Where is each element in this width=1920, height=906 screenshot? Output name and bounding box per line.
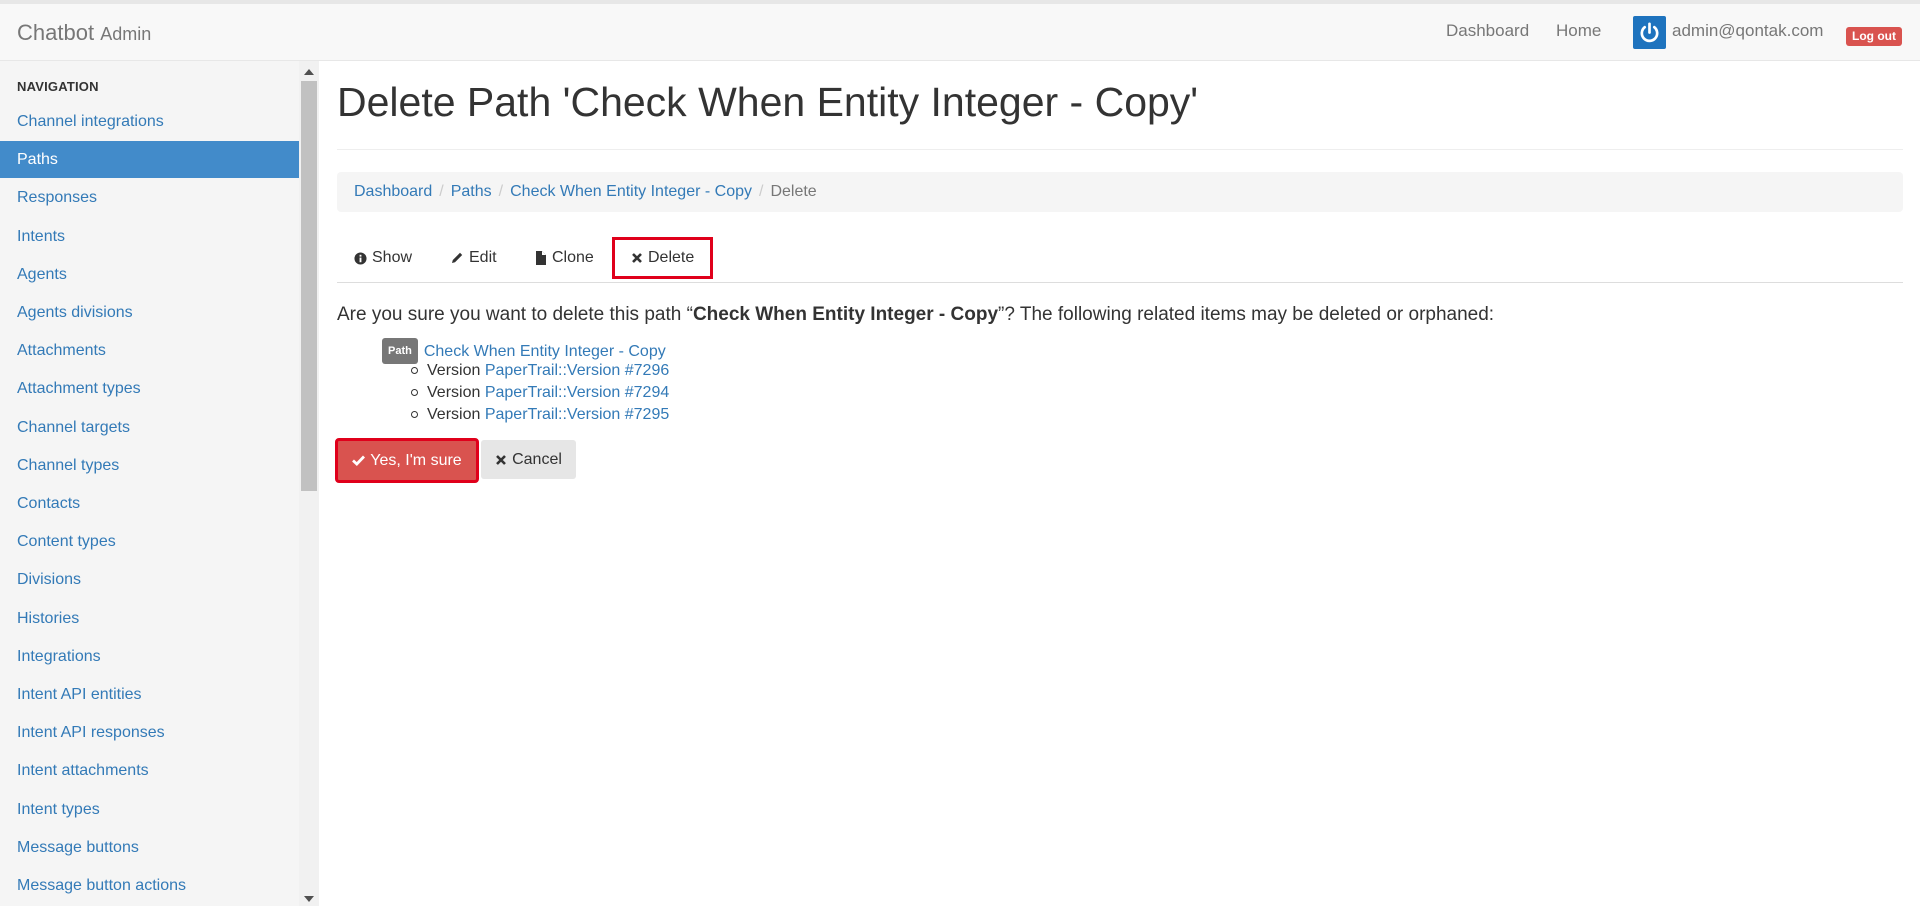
file-icon <box>535 251 547 265</box>
pencil-icon <box>450 251 464 265</box>
sidebar-item-responses[interactable]: Responses <box>0 179 299 216</box>
sidebar-item-attachment-types[interactable]: Attachment types <box>0 370 299 407</box>
tab-clone-label: Clone <box>552 249 594 266</box>
breadcrumb-separator: / <box>439 183 444 200</box>
tab-show[interactable]: Show <box>337 239 429 277</box>
confirm-path-name: Check When Entity Integer - Copy <box>692 304 999 325</box>
sidebar-item-intent-api-entities[interactable]: Intent API entities <box>0 676 299 713</box>
breadcrumb-current: Delete <box>770 183 817 200</box>
breadcrumb-dashboard[interactable]: Dashboard <box>354 183 432 201</box>
breadcrumb-paths[interactable]: Paths <box>451 183 492 201</box>
cancel-button[interactable]: Cancel <box>481 440 576 479</box>
related-path-link[interactable]: Check When Entity Integer - Copy <box>424 343 666 360</box>
sidebar-item-channel-targets[interactable]: Channel targets <box>0 409 299 446</box>
tab-show-label: Show <box>372 249 413 266</box>
nav-header: NAVIGATION <box>17 79 99 94</box>
breadcrumb-path-name[interactable]: Check When Entity Integer - Copy <box>510 183 752 201</box>
breadcrumb-separator: / <box>759 183 764 200</box>
version-label: Version <box>427 384 481 401</box>
sidebar-item-message-buttons[interactable]: Message buttons <box>0 829 299 866</box>
tab-delete-label: Delete <box>648 249 695 266</box>
sidebar-item-divisions[interactable]: Divisions <box>0 561 299 598</box>
brand-link[interactable]: Chatbot Admin <box>17 20 151 46</box>
sidebar-item-attachments[interactable]: Attachments <box>0 332 299 369</box>
related-items-list: Path Check When Entity Integer - Copy Ver… <box>382 338 669 426</box>
nav-link-dashboard[interactable]: Dashboard <box>1446 21 1529 41</box>
confirm-delete-button[interactable]: Yes, I'm sure <box>335 438 479 483</box>
confirm-message: Are you sure you want to delete this pat… <box>337 304 1494 326</box>
logout-button[interactable]: Log out <box>1846 27 1902 46</box>
action-tabs: Show Edit Clone Delete <box>337 233 1903 283</box>
brand-sub: Admin <box>100 24 152 44</box>
times-icon <box>495 454 507 466</box>
sidebar-item-channel-integrations[interactable]: Channel integrations <box>0 103 299 140</box>
tab-edit-label: Edit <box>469 249 497 266</box>
confirm-delete-label: Yes, I'm sure <box>370 451 462 469</box>
sidebar-item-histories[interactable]: Histories <box>0 600 299 637</box>
sidebar-item-agents-divisions[interactable]: Agents divisions <box>0 294 299 331</box>
sidebar-item-integrations[interactable]: Integrations <box>0 638 299 675</box>
list-item: Version PaperTrail::Version #7296 <box>411 360 669 382</box>
times-icon <box>631 252 643 264</box>
confirm-prefix: Are you sure you want to delete this pat… <box>337 304 693 325</box>
version-label: Version <box>427 406 481 423</box>
scroll-thumb[interactable] <box>301 81 317 491</box>
title-divider <box>337 149 1903 150</box>
user-email-link[interactable]: admin@qontak.com <box>1672 21 1823 41</box>
list-item: Version PaperTrail::Version #7294 <box>411 382 669 404</box>
sidebar-item-paths[interactable]: Paths <box>0 141 299 178</box>
sidebar-item-content-types[interactable]: Content types <box>0 523 299 560</box>
bullet-icon <box>411 389 418 396</box>
tab-delete[interactable]: Delete <box>611 237 714 279</box>
sidebar-item-intent-attachments[interactable]: Intent attachments <box>0 752 299 789</box>
sidebar-scrollbar[interactable] <box>299 61 319 906</box>
power-icon <box>1633 16 1666 49</box>
sidebar-item-message-button-actions[interactable]: Message button actions <box>0 867 299 904</box>
version-link[interactable]: PaperTrail::Version #7296 <box>485 362 669 379</box>
sidebar-item-intents[interactable]: Intents <box>0 218 299 255</box>
page-title: Delete Path 'Check When Entity Integer -… <box>337 79 1199 125</box>
bullet-icon <box>411 367 418 374</box>
cancel-label: Cancel <box>512 450 562 468</box>
tab-clone[interactable]: Clone <box>518 239 611 277</box>
tab-edit[interactable]: Edit <box>433 239 514 277</box>
check-icon <box>352 455 366 466</box>
sidebar-item-channel-types[interactable]: Channel types <box>0 447 299 484</box>
breadcrumb-separator: / <box>498 183 504 200</box>
top-navbar: Chatbot Admin Dashboard Home admin@qonta… <box>0 0 1920 61</box>
sidebar-item-contacts[interactable]: Contacts <box>0 485 299 522</box>
list-item: Version PaperTrail::Version #7295 <box>411 404 669 426</box>
version-link[interactable]: PaperTrail::Version #7294 <box>485 384 669 401</box>
scroll-down-arrow-icon[interactable] <box>304 896 314 902</box>
sidebar-item-intent-types[interactable]: Intent types <box>0 791 299 828</box>
brand-name: Chatbot <box>17 20 95 45</box>
sidebar-item-intent-api-responses[interactable]: Intent API responses <box>0 714 299 751</box>
bullet-icon <box>411 411 418 418</box>
sidebar: NAVIGATION Channel integrations Paths Resp… <box>0 61 299 906</box>
sidebar-item-agents[interactable]: Agents <box>0 256 299 293</box>
version-label: Version <box>427 362 481 379</box>
list-item: Path Check When Entity Integer - Copy <box>382 338 669 364</box>
confirm-suffix: ”? The following related items may be de… <box>998 304 1495 325</box>
version-link[interactable]: PaperTrail::Version #7295 <box>485 406 669 423</box>
nav-link-home[interactable]: Home <box>1556 21 1601 41</box>
info-circle-icon <box>354 251 367 265</box>
versions-list: Version PaperTrail::Version #7296 Versio… <box>411 360 669 426</box>
scroll-up-arrow-icon[interactable] <box>304 69 314 75</box>
breadcrumb: Dashboard / Paths / Check When Entity In… <box>337 172 1903 212</box>
